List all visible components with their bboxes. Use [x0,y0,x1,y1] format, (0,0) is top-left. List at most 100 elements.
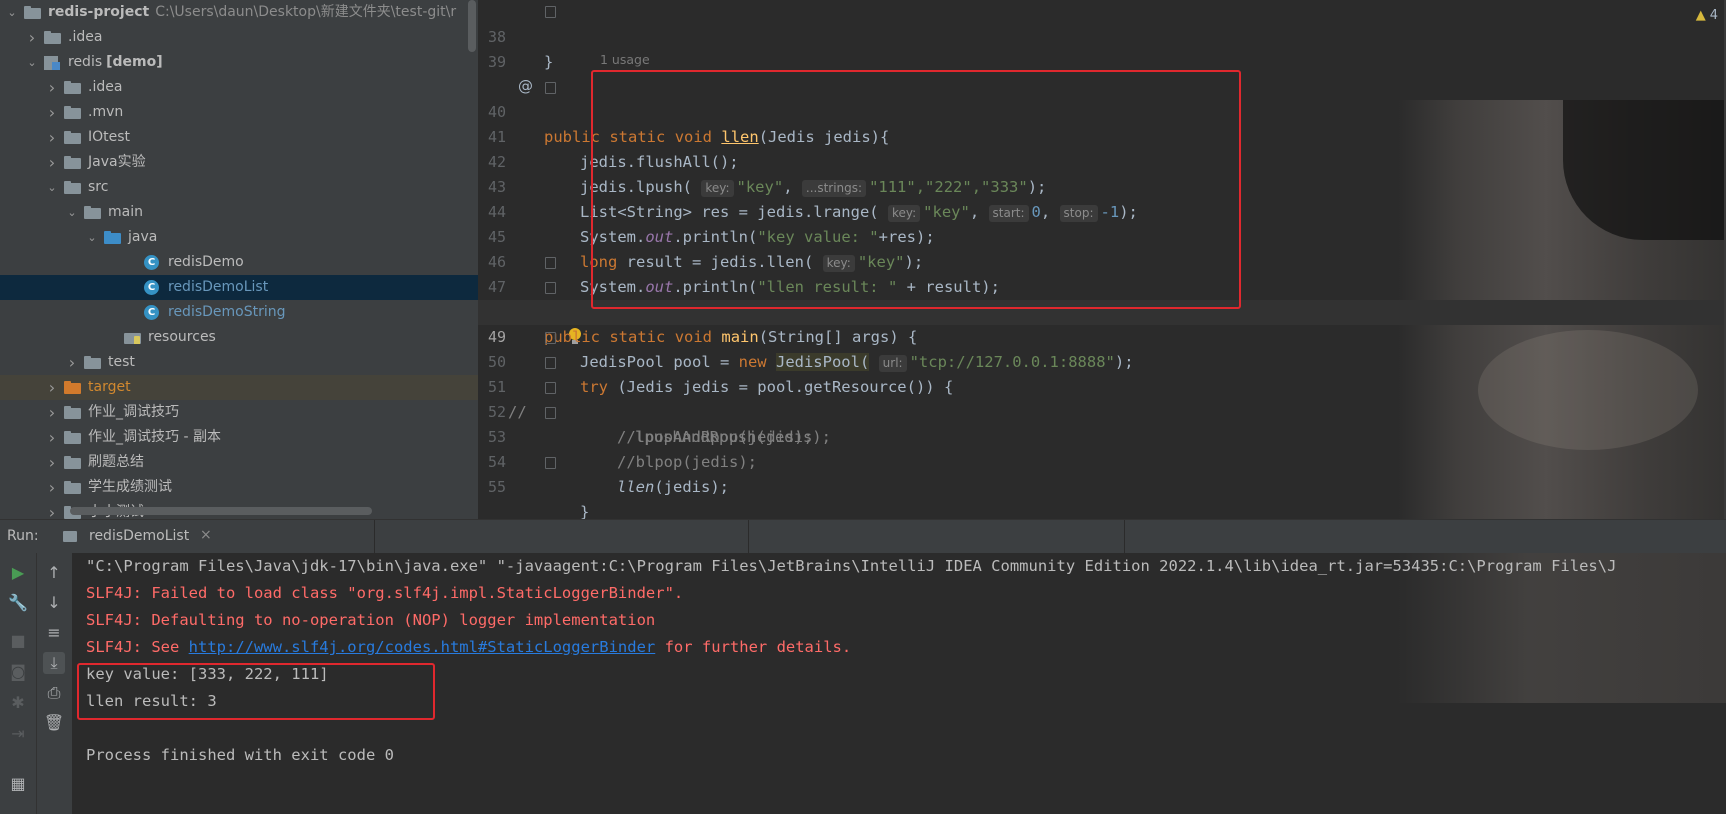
tree-item-src[interactable]: ⌄ src [0,175,478,200]
tree-item-redis-project[interactable]: ⌄ redis-project C:\Users\daun\Desktop\新建文件… [0,0,478,25]
close-icon[interactable]: × [200,527,212,543]
tree-item-[interactable]: › 学生成绩测试 [0,475,478,500]
camera-icon[interactable]: ◙ [7,661,29,683]
project-tree[interactable]: ⌄ redis-project C:\Users\daun\Desktop\新建文件… [0,0,478,519]
tree-item-label: 学生成绩测试 [88,479,172,495]
fold-marker-icon[interactable] [545,457,556,469]
code-line-38[interactable]: 38 } [478,0,1726,71]
tree-item-redis[interactable]: ⌄ redis [demo] [0,50,478,75]
fold-marker-icon[interactable] [545,407,556,419]
run-tool-window-header: Run: redisDemoList × [0,519,1726,554]
chevron-right-icon[interactable]: › [46,375,58,400]
code-line-55[interactable]: 55 } [478,450,1726,519]
tree-item-iotest[interactable]: › IOtest [0,125,478,150]
slf4j-link[interactable]: http://www.slf4j.org/codes.html#StaticLo… [189,638,656,656]
folder-icon [64,481,82,494]
run-tab-redisdemolist[interactable]: redisDemoList × [55,520,212,553]
code-line-53[interactable]: 53 //blpop(jedis); [478,400,1726,471]
fold-marker-icon[interactable] [545,382,556,394]
folder-icon [24,6,42,19]
tree-item-label: .idea [68,29,103,45]
tree-item-[interactable]: › 作业_调试技巧 [0,400,478,425]
tab-divider [1124,520,1125,553]
console-output[interactable]: "C:\Program Files\Java\jdk-17\bin\java.e… [72,553,1726,814]
fold-marker-icon[interactable] [545,82,556,94]
fold-marker-icon[interactable] [545,257,556,269]
tree-item-java[interactable]: › Java实验 [0,150,478,175]
settings-icon[interactable]: ✱ [7,692,29,714]
tree-item-idea[interactable]: › .idea [0,75,478,100]
tree-item-label: src [88,179,109,195]
folder-icon [84,206,102,219]
folder-icon [64,106,82,119]
chevron-right-icon[interactable]: › [46,150,58,175]
fold-marker-icon[interactable] [545,282,556,294]
tree-item-test[interactable]: › test [0,350,478,375]
tree-item-java[interactable]: ⌄ java [0,225,478,250]
chevron-down-icon[interactable]: ⌄ [86,225,98,250]
console-line: SLF4J: See http://www.slf4j.org/codes.ht… [86,638,852,656]
chevron-right-icon[interactable]: › [46,450,58,475]
fold-marker-icon[interactable] [545,332,556,344]
chevron-down-icon[interactable]: ⌄ [46,175,58,200]
java-class-icon: C [144,280,159,295]
soft-wrap-icon[interactable]: ≡ [43,622,65,644]
console-icon [63,531,77,542]
chevron-right-icon[interactable]: › [46,425,58,450]
chevron-right-icon[interactable]: › [46,475,58,500]
folder-icon [44,31,62,44]
code-line-39[interactable]: 39 [478,25,1726,71]
code-text: } [580,503,590,519]
chevron-down-icon[interactable]: ⌄ [66,200,78,225]
trash-icon[interactable]: 🗑 [43,712,65,734]
tree-horizontal-scrollbar[interactable] [70,507,372,515]
chevron-right-icon[interactable]: › [46,500,58,519]
tree-item-main[interactable]: ⌄ main [0,200,478,225]
code-line-51[interactable]: 51 // lpushAndRpush(jedis); [478,350,1726,446]
tree-item-label: Java实验 [88,154,146,170]
tree-item-resources[interactable]: resources [0,325,478,350]
stop-icon[interactable]: ■ [7,630,29,652]
wrench-icon[interactable]: 🔧 [7,592,29,614]
up-arrow-icon[interactable]: ↑ [43,562,65,584]
usage-hint[interactable]: 1 usage [600,52,650,67]
code-line-52[interactable]: 52 //lpopAndRpop(jedis); [478,375,1726,446]
chevron-right-icon[interactable]: › [26,25,38,50]
fold-marker-icon[interactable] [545,6,556,18]
tree-item-label: resources [148,329,216,345]
tree-item-[interactable]: › 作业_调试技巧 - 副本 [0,425,478,450]
print-icon[interactable]: ⎙ [43,682,65,704]
tree-item-[interactable]: › 刷题总结 [0,450,478,475]
annotation-box-method [591,70,1241,309]
tree-item-idea[interactable]: › .idea [0,25,478,50]
chevron-down-icon[interactable]: ⌄ [26,50,38,75]
code-line-50[interactable]: 50 try (Jedis jedis = pool.getResource()… [478,325,1726,396]
chevron-right-icon[interactable]: › [46,125,58,150]
tab-divider [374,520,375,553]
fold-marker-icon[interactable] [545,357,556,369]
exit-icon[interactable]: ⇥ [7,723,29,745]
tree-item-label: .mvn [88,104,124,120]
tree-vertical-scrollbar[interactable] [468,0,476,52]
down-arrow-icon[interactable]: ↓ [43,592,65,614]
rerun-icon[interactable]: ▶ [7,562,29,584]
code-editor[interactable]: ▲ 4 1 usage @ 38 } 39 40 public static vo… [478,0,1726,519]
tree-item-redisdemostring[interactable]: CredisDemoString [0,300,478,325]
scroll-to-end-icon[interactable]: ⤓ [43,652,65,674]
tree-item-redisdemo[interactable]: CredisDemo [0,250,478,275]
line-number: 39 [487,53,506,71]
tree-item-redisdemolist[interactable]: CredisDemoList [0,275,478,300]
chevron-right-icon[interactable]: › [46,100,58,125]
layout-icon[interactable]: ▦ [7,773,29,795]
chevron-right-icon[interactable]: › [46,400,58,425]
folder-icon [124,331,142,344]
console-line: "C:\Program Files\Java\jdk-17\bin\java.e… [86,557,1617,575]
code-line-54[interactable]: 54 llen(jedis); [478,425,1726,496]
tree-item-mvn[interactable]: › .mvn [0,100,478,125]
chevron-right-icon[interactable]: › [46,75,58,100]
folder-icon [104,231,122,244]
chevron-down-icon[interactable]: ⌄ [6,0,18,25]
tree-item-target[interactable]: › target [0,375,478,400]
chevron-right-icon[interactable]: › [66,350,78,375]
folder-icon [64,156,82,169]
